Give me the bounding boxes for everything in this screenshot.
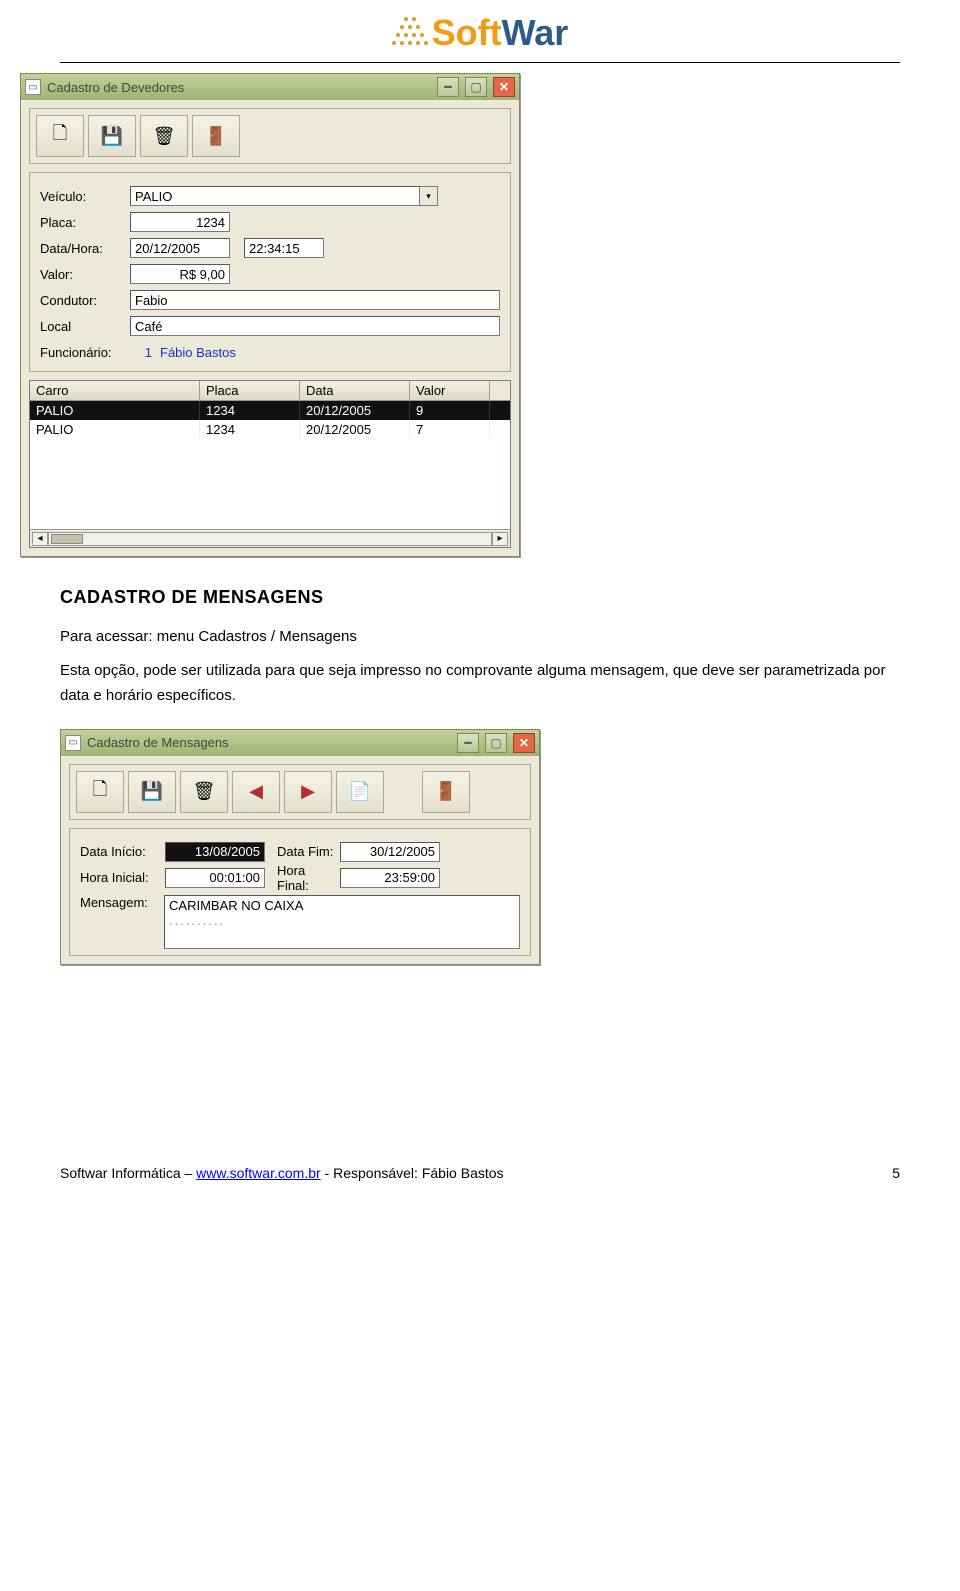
footer-link[interactable]: www.softwar.com.br <box>196 1165 320 1181</box>
col-data[interactable]: Data <box>300 381 410 400</box>
toolbar: 🗋 💾 🗑 ◀ ▶ 📄 🚪 <box>69 764 531 820</box>
col-placa[interactable]: Placa <box>200 381 300 400</box>
logo-text: SoftWar <box>432 12 569 54</box>
maximize-button[interactable]: ▢ <box>485 733 507 753</box>
file-icon: 🗋 <box>53 121 67 151</box>
new-button[interactable]: 🗋 <box>76 771 124 813</box>
delete-button[interactable]: 🗑 <box>140 115 188 157</box>
mensagem-label: Mensagem: <box>80 895 164 910</box>
maximize-button[interactable]: ▢ <box>465 77 487 97</box>
hora-inicial-label: Hora Inicial: <box>80 870 165 885</box>
save-icon: 💾 <box>101 126 123 147</box>
doc-header: SoftWar <box>60 0 900 63</box>
door-exit-icon: 🚪 <box>205 126 227 147</box>
local-label: Local <box>40 319 130 334</box>
veiculo-combo[interactable]: PALIO ▾ <box>130 186 438 206</box>
valor-label: Valor: <box>40 267 130 282</box>
hora-inicial-input[interactable]: 00:01:00 <box>165 868 265 888</box>
chevron-down-icon[interactable]: ▾ <box>420 186 438 206</box>
cursor-dots: .......... <box>169 913 515 928</box>
table-row[interactable]: PALIO 1234 20/12/2005 7 <box>30 420 510 439</box>
funcionario-id: 1 <box>130 345 160 360</box>
section-cadastro-mensagens: CADASTRO DE MENSAGENS Para acessar: menu… <box>60 587 900 709</box>
data-inicio-label: Data Início: <box>80 844 165 859</box>
scroll-right-icon[interactable]: ▸ <box>492 532 508 546</box>
chevron-left-icon: ◀ <box>249 781 263 802</box>
document-icon: 📄 <box>349 781 371 802</box>
close-button[interactable]: ✕ <box>513 733 535 753</box>
placa-label: Placa: <box>40 215 130 230</box>
scroll-thumb[interactable] <box>51 534 83 544</box>
datahora-label: Data/Hora: <box>40 241 130 256</box>
form-body: Data Início: 13/08/2005 Data Fim: 30/12/… <box>69 828 531 956</box>
data-inicio-input[interactable]: 13/08/2005 <box>165 842 265 862</box>
logo: SoftWar <box>392 12 569 54</box>
scroll-track[interactable] <box>48 532 492 546</box>
data-fim-label: Data Fim: <box>265 844 340 859</box>
hora-final-input[interactable]: 23:59:00 <box>340 868 440 888</box>
form-body: Veículo: PALIO ▾ Placa: 1234 Data/Hora: … <box>29 172 511 372</box>
doc-footer: Softwar Informática – www.softwar.com.br… <box>60 1165 900 1181</box>
save-icon: 💾 <box>141 781 163 802</box>
grid-scrollbar[interactable]: ◂ ▸ <box>30 529 510 547</box>
section-title: CADASTRO DE MENSAGENS <box>60 587 900 608</box>
condutor-input[interactable]: Fabio <box>130 290 500 310</box>
trash-icon: 🗑 <box>153 126 176 147</box>
footer-text: Softwar Informática – www.softwar.com.br… <box>60 1165 504 1181</box>
save-button[interactable]: 💾 <box>88 115 136 157</box>
local-input[interactable]: Café <box>130 316 500 336</box>
prev-button[interactable]: ◀ <box>232 771 280 813</box>
table-row[interactable]: PALIO 1234 20/12/2005 9 <box>30 401 510 420</box>
save-button[interactable]: 💾 <box>128 771 176 813</box>
col-carro[interactable]: Carro <box>30 381 200 400</box>
window-title: Cadastro de Mensagens <box>87 735 451 750</box>
chevron-right-icon: ▶ <box>301 781 315 802</box>
logo-soft: Soft <box>432 12 502 53</box>
col-valor[interactable]: Valor <box>410 381 490 400</box>
veiculo-label: Veículo: <box>40 189 130 204</box>
veiculo-input[interactable]: PALIO <box>130 186 420 206</box>
condutor-label: Condutor: <box>40 293 130 308</box>
form-icon: ▭ <box>65 735 81 751</box>
placa-input[interactable]: 1234 <box>130 212 230 232</box>
window-cadastro-mensagens: ▭ Cadastro de Mensagens ━ ▢ ✕ 🗋 💾 🗑 ◀ ▶ … <box>60 729 540 965</box>
titlebar[interactable]: ▭ Cadastro de Devedores ━ ▢ ✕ <box>21 74 519 100</box>
form-icon: ▭ <box>25 79 41 95</box>
next-button[interactable]: ▶ <box>284 771 332 813</box>
section-line-1: Para acessar: menu Cadastros / Mensagens <box>60 624 900 650</box>
devedores-grid[interactable]: Carro Placa Data Valor PALIO 1234 20/12/… <box>29 380 511 548</box>
funcionario-nome: Fábio Bastos <box>160 345 236 360</box>
data-fim-input[interactable]: 30/12/2005 <box>340 842 440 862</box>
minimize-button[interactable]: ━ <box>457 733 479 753</box>
report-button[interactable]: 📄 <box>336 771 384 813</box>
exit-button[interactable]: 🚪 <box>422 771 470 813</box>
close-button[interactable]: ✕ <box>493 77 515 97</box>
mensagem-textarea[interactable]: CARIMBAR NO CAIXA .......... <box>164 895 520 949</box>
titlebar[interactable]: ▭ Cadastro de Mensagens ━ ▢ ✕ <box>61 730 539 756</box>
section-line-2: Esta opção, pode ser utilizada para que … <box>60 658 900 709</box>
funcionario-label: Funcionário: <box>40 345 130 360</box>
window-cadastro-devedores: ▭ Cadastro de Devedores ━ ▢ ✕ 🗋 💾 🗑 🚪 Ve… <box>20 73 520 557</box>
grid-header: Carro Placa Data Valor <box>30 381 510 401</box>
logo-war: War <box>502 12 569 53</box>
trash-icon: 🗑 <box>193 781 216 802</box>
data-input[interactable]: 20/12/2005 <box>130 238 230 258</box>
delete-button[interactable]: 🗑 <box>180 771 228 813</box>
door-exit-icon: 🚪 <box>435 781 457 802</box>
grid-empty-area <box>30 439 510 529</box>
exit-button[interactable]: 🚪 <box>192 115 240 157</box>
hora-input[interactable]: 22:34:15 <box>244 238 324 258</box>
toolbar: 🗋 💾 🗑 🚪 <box>29 108 511 164</box>
file-icon: 🗋 <box>93 777 107 807</box>
valor-input[interactable]: R$ 9,00 <box>130 264 230 284</box>
minimize-button[interactable]: ━ <box>437 77 459 97</box>
hora-final-label: Hora Final: <box>265 863 340 893</box>
page-number: 5 <box>892 1165 900 1181</box>
new-button[interactable]: 🗋 <box>36 115 84 157</box>
window-title: Cadastro de Devedores <box>47 80 431 95</box>
scroll-left-icon[interactable]: ◂ <box>32 532 48 546</box>
logo-dots-icon <box>392 15 428 51</box>
